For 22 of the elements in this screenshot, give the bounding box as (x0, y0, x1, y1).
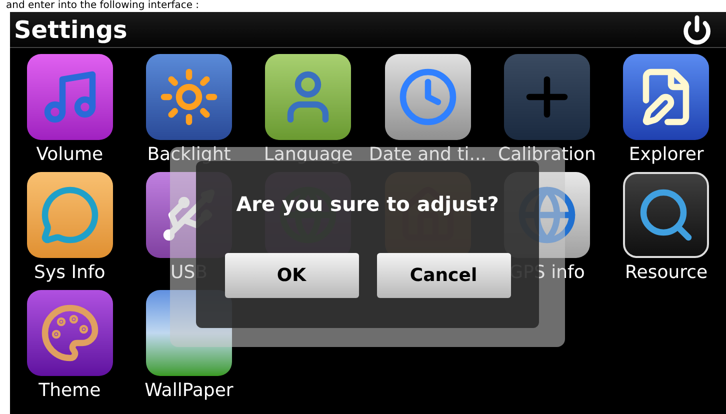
sun-icon[interactable] (146, 54, 232, 140)
document-pen-icon[interactable] (623, 54, 710, 140)
app-label: Explorer (628, 144, 704, 166)
person-icon[interactable] (265, 54, 352, 140)
dialog-button[interactable]: Cancel (376, 253, 510, 298)
palette-icon[interactable] (26, 290, 113, 376)
power-icon[interactable] (682, 14, 712, 44)
speech-bubble-icon[interactable] (26, 172, 113, 258)
app-label: Resource (625, 262, 708, 284)
app-label: Volume (36, 144, 104, 166)
caption-text: and enter into the following interface : (6, 0, 200, 12)
clock-icon[interactable] (384, 54, 471, 140)
dialog-message: Are you sure to adjust? (236, 191, 499, 218)
app-label: WallPaper (144, 380, 234, 402)
app-label: Sys Info (34, 262, 106, 284)
dialog-button[interactable]: OK (224, 253, 358, 298)
magnifier-icon[interactable] (623, 172, 710, 258)
app-label: Language (264, 144, 353, 166)
app-label: Date and ti... (368, 144, 486, 166)
music-note-icon[interactable] (26, 54, 113, 140)
app-label: Theme (38, 380, 101, 402)
screen-title: Settings (14, 14, 128, 46)
